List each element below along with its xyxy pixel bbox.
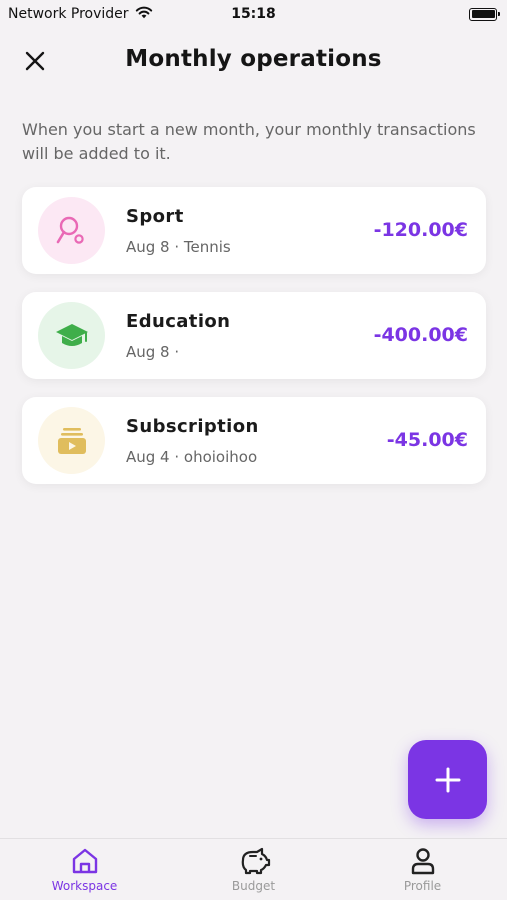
category-icon-circle	[38, 197, 105, 264]
piggy-bank-icon	[241, 847, 270, 875]
plus-icon	[435, 767, 460, 792]
operations-list: Sport Aug 8 · Tennis -120.00€ Education …	[22, 187, 486, 502]
description-text: When you start a new month, your monthly…	[22, 120, 476, 163]
add-operation-button[interactable]	[408, 740, 487, 819]
operation-card-subscription[interactable]: Subscription Aug 4 · ohoioihoo -45.00€	[22, 397, 486, 484]
home-icon	[72, 848, 97, 874]
wifi-icon	[135, 5, 153, 23]
status-left: Network Provider	[8, 5, 153, 23]
operation-subtitle: Aug 8 · Tennis	[126, 238, 231, 256]
operation-amount: -120.00€	[373, 219, 468, 241]
battery-icon	[469, 7, 500, 21]
nav-item-budget[interactable]: Budget	[169, 839, 338, 900]
category-icon-circle	[38, 407, 105, 474]
operation-title: Sport	[126, 206, 184, 227]
page-title: Monthly operations	[125, 46, 382, 72]
operation-card-sport[interactable]: Sport Aug 8 · Tennis -120.00€	[22, 187, 486, 274]
operation-title: Education	[126, 311, 231, 332]
operation-subtitle: Aug 8 ·	[126, 343, 180, 361]
operation-amount: -45.00€	[386, 429, 468, 451]
operation-subtitle: Aug 4 · ohoioihoo	[126, 448, 258, 466]
operation-card-education[interactable]: Education Aug 8 · -400.00€	[22, 292, 486, 379]
nav-item-workspace[interactable]: Workspace	[0, 839, 169, 900]
header: Monthly operations	[0, 38, 507, 82]
bottom-nav: Workspace Budget Profile	[0, 838, 507, 900]
operation-amount: -400.00€	[373, 324, 468, 346]
user-icon	[411, 848, 434, 875]
graduation-cap-icon	[55, 323, 88, 346]
status-bar: Network Provider 15:18	[0, 0, 507, 28]
nav-label: Budget	[231, 879, 276, 893]
nav-label: Profile	[403, 879, 442, 893]
category-icon-circle	[38, 302, 105, 369]
nav-label: Workspace	[51, 879, 118, 893]
operation-title: Subscription	[126, 416, 259, 437]
nav-item-profile[interactable]: Profile	[338, 839, 507, 900]
subscription-video-icon	[57, 427, 86, 454]
tennis-racket-icon	[56, 216, 84, 244]
carrier-label: Network Provider	[8, 6, 129, 22]
